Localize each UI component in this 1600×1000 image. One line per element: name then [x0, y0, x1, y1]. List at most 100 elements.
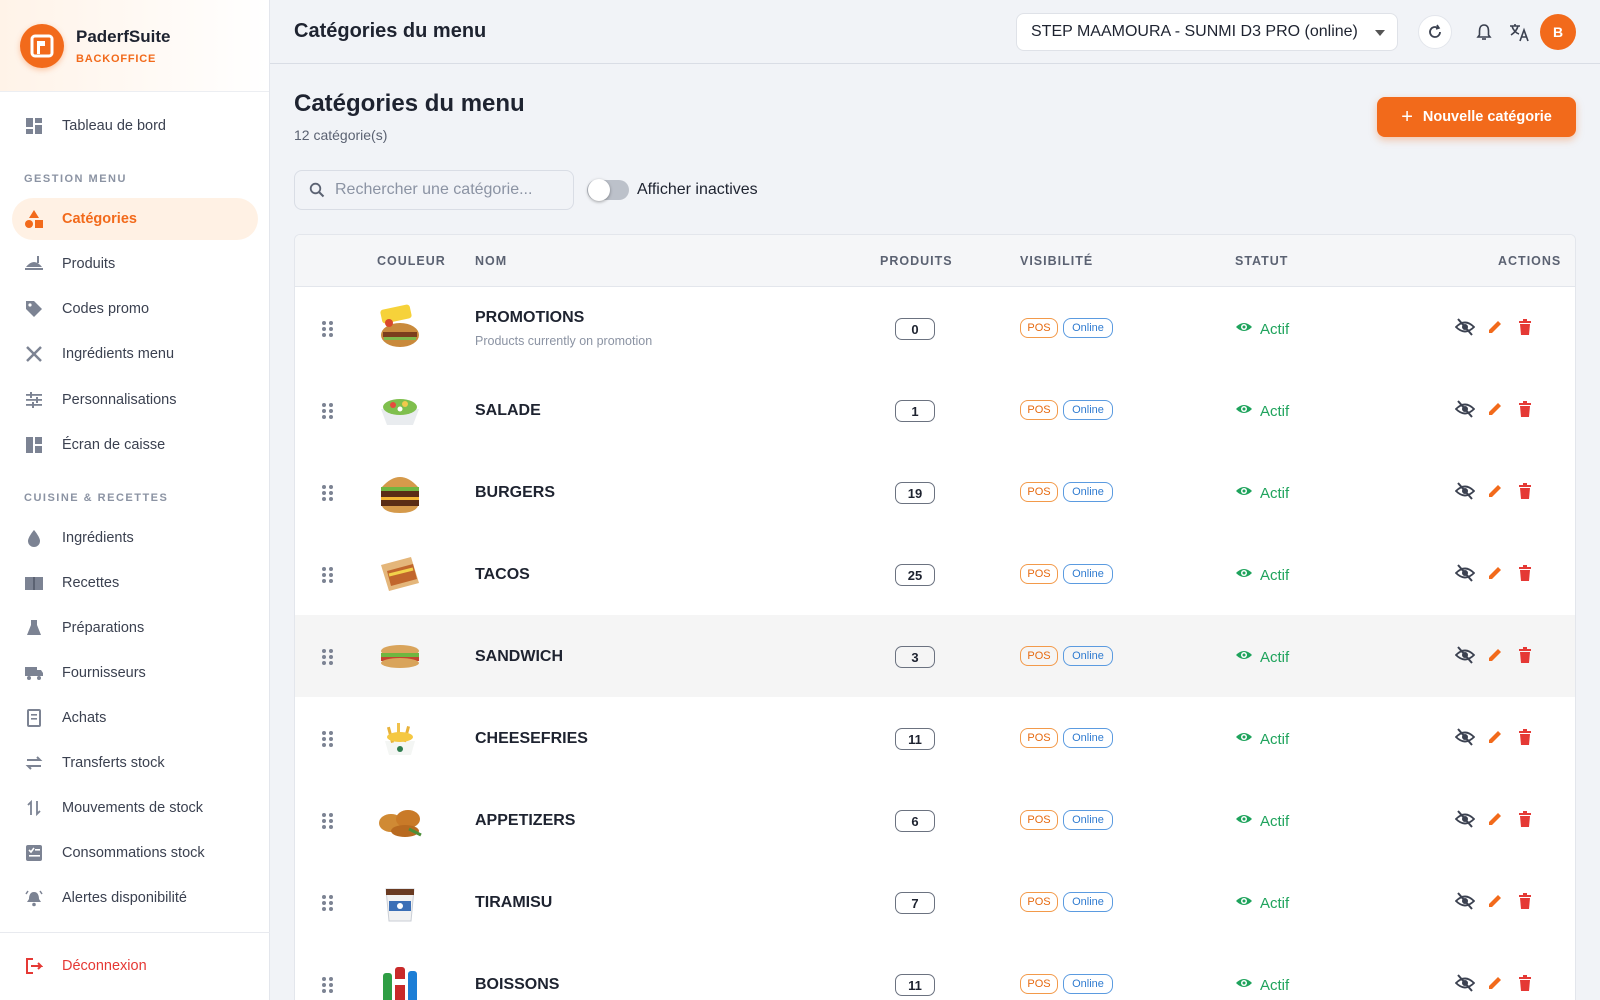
delete-button[interactable]	[1515, 400, 1535, 422]
sidebar-item-menu-ingredients[interactable]: Ingrédients menu	[12, 333, 258, 375]
drag-handle-icon[interactable]	[322, 403, 334, 419]
sidebar-item-categories[interactable]: Catégories	[12, 198, 258, 240]
status-badge: Actif	[1235, 402, 1289, 420]
search-input[interactable]	[335, 181, 555, 199]
user-avatar[interactable]: B	[1540, 14, 1576, 50]
pos-visibility-badge: POS	[1020, 400, 1058, 420]
drag-handle-icon[interactable]	[322, 567, 334, 583]
drag-handle-icon[interactable]	[322, 485, 334, 501]
sidebar-item-stock-movements[interactable]: Mouvements de stock	[12, 787, 258, 829]
sidebar-item-availability-alerts[interactable]: Alertes disponibilité	[12, 877, 258, 919]
tacos-photo	[375, 549, 425, 599]
utensils-icon	[24, 344, 44, 364]
hide-button[interactable]	[1454, 973, 1476, 995]
sidebar: PaderfSuite BACKOFFICE Tableau de bord G…	[0, 0, 270, 1000]
sidebar-item-recipes[interactable]: Recettes	[12, 562, 258, 604]
table-row[interactable]: BOISSONS 11 POS Online Actif	[295, 943, 1575, 1000]
sidebar-item-customizations[interactable]: Personnalisations	[12, 379, 258, 421]
burger-photo	[375, 467, 425, 517]
trash-icon	[1518, 646, 1532, 668]
drag-handle-icon[interactable]	[322, 321, 334, 337]
edit-button[interactable]	[1485, 401, 1505, 421]
sidebar-item-ingredients[interactable]: Ingrédients	[12, 517, 258, 559]
table-row[interactable]: APPETIZERS 6 POS Online Actif	[295, 779, 1575, 862]
eye-off-icon	[1454, 317, 1476, 341]
edit-button[interactable]	[1485, 811, 1505, 831]
delete-button[interactable]	[1515, 646, 1535, 668]
hide-button[interactable]	[1454, 645, 1476, 667]
eye-icon	[1235, 320, 1253, 338]
online-visibility-badge: Online	[1063, 482, 1113, 502]
store-select-value: STEP MAAMOURA - SUNMI D3 PRO (online)	[1031, 23, 1358, 40]
category-name: TIRAMISU	[475, 894, 553, 911]
table-row[interactable]: SALADE 1 POS Online Actif	[295, 369, 1575, 452]
pencil-icon	[1487, 893, 1503, 914]
edit-button[interactable]	[1485, 647, 1505, 667]
hide-button[interactable]	[1454, 317, 1476, 341]
delete-button[interactable]	[1515, 564, 1535, 585]
new-category-button[interactable]: + Nouvelle catégorie	[1377, 97, 1576, 137]
trash-icon	[1518, 400, 1532, 422]
refresh-button[interactable]	[1418, 15, 1452, 49]
pos-visibility-badge: POS	[1020, 646, 1058, 666]
edit-button[interactable]	[1485, 319, 1505, 339]
topbar-title: Catégories du menu	[294, 20, 487, 42]
toggle-knob	[588, 179, 610, 201]
sidebar-item-dashboard[interactable]: Tableau de bord	[12, 105, 258, 147]
notifications-button[interactable]	[1467, 15, 1501, 49]
sidebar-item-pos-screen[interactable]: Écran de caisse	[12, 424, 258, 466]
sidebar-item-stock-transfers[interactable]: Transferts stock	[12, 742, 258, 784]
drag-handle-icon[interactable]	[322, 895, 334, 911]
delete-button[interactable]	[1515, 974, 1535, 995]
plus-icon: +	[1401, 105, 1413, 128]
store-select[interactable]: STEP MAAMOURA - SUNMI D3 PRO (online)	[1016, 13, 1398, 51]
dashboard-icon	[24, 116, 44, 136]
topbar: Catégories du menu STEP MAAMOURA - SUNMI…	[270, 0, 1600, 64]
drag-handle-icon[interactable]	[322, 813, 334, 829]
table-row[interactable]: CHEESEFRIES 11 POS Online Actif	[295, 697, 1575, 780]
translate-icon	[1510, 24, 1529, 42]
hide-button[interactable]	[1454, 727, 1476, 749]
delete-button[interactable]	[1515, 810, 1535, 831]
product-count-badge: 11	[895, 974, 935, 996]
hide-button[interactable]	[1454, 891, 1476, 913]
edit-button[interactable]	[1485, 893, 1505, 913]
table-row[interactable]: PROMOTIONS Products currently on promotio…	[295, 287, 1575, 370]
drag-handle-icon[interactable]	[322, 731, 334, 747]
trash-icon	[1518, 728, 1532, 750]
bell-icon	[1476, 24, 1492, 40]
receipt-icon	[24, 708, 44, 728]
edit-button[interactable]	[1485, 975, 1505, 995]
status-label: Actif	[1260, 894, 1290, 912]
table-row[interactable]: SANDWICH 3 POS Online Actif	[295, 615, 1575, 698]
hide-button[interactable]	[1454, 481, 1476, 503]
eye-icon	[1235, 730, 1253, 748]
delete-button[interactable]	[1515, 892, 1535, 913]
sidebar-item-preparations[interactable]: Préparations	[12, 607, 258, 649]
status-badge: Actif	[1235, 730, 1289, 748]
hide-button[interactable]	[1454, 563, 1476, 585]
edit-button[interactable]	[1485, 565, 1505, 585]
table-row[interactable]: TIRAMISU 7 POS Online Actif	[295, 861, 1575, 944]
drag-handle-icon[interactable]	[322, 649, 334, 665]
sidebar-item-promo-codes[interactable]: Codes promo	[12, 288, 258, 330]
delete-button[interactable]	[1515, 482, 1535, 503]
sidebar-item-purchases[interactable]: Achats	[12, 697, 258, 739]
table-row[interactable]: BURGERS 19 POS Online Actif	[295, 451, 1575, 534]
sidebar-item-products[interactable]: Produits	[12, 243, 258, 285]
sidebar-item-suppliers[interactable]: Fournisseurs	[12, 652, 258, 694]
edit-button[interactable]	[1485, 729, 1505, 749]
delete-button[interactable]	[1515, 728, 1535, 750]
product-count-badge: 25	[895, 564, 935, 586]
table-row[interactable]: TACOS 25 POS Online Actif	[295, 533, 1575, 616]
edit-button[interactable]	[1485, 483, 1505, 503]
sidebar-item-stock-consumption[interactable]: Consommations stock	[12, 832, 258, 874]
delete-button[interactable]	[1515, 318, 1535, 339]
online-visibility-badge: Online	[1063, 318, 1113, 338]
show-inactive-toggle[interactable]	[587, 179, 629, 201]
drag-handle-icon[interactable]	[322, 977, 334, 993]
hide-button[interactable]	[1454, 399, 1476, 421]
language-button[interactable]	[1503, 15, 1537, 49]
logout-button[interactable]: Déconnexion	[12, 945, 258, 987]
hide-button[interactable]	[1454, 809, 1476, 831]
